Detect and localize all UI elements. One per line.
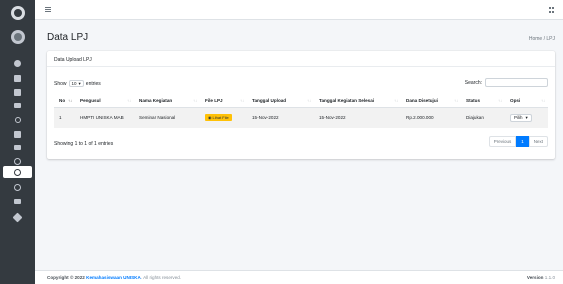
col-header-file-lpj[interactable]: File LPJ ↑↓	[200, 94, 247, 108]
lpj-table: No ↑↓ Pengusul ↑↓ Nama Kegiatan ↑↓ File LPJ…	[54, 94, 548, 128]
chevron-down-icon: ▾	[78, 80, 81, 86]
table-header-row: No ↑↓ Pengusul ↑↓ Nama Kegiatan ↑↓ File LPJ…	[54, 94, 548, 108]
sort-icon: ↑↓	[498, 98, 502, 103]
table-row: 1 HMPTI UNISKA MAB Seminar Nasional ◉ Li…	[54, 107, 548, 128]
footer-org-link[interactable]: Kemahasiswaan UNISKA	[86, 275, 141, 280]
sort-icon: ↑↓	[394, 98, 398, 103]
col-header-tanggal-selesai[interactable]: Tanggal Kegiatan Selesai ↑↓	[314, 94, 401, 108]
entries-select[interactable]: 10 ▾	[68, 80, 84, 87]
table-info: Showing 1 to 1 of 1 entries	[54, 141, 114, 147]
card-header: Data Upload LPJ	[47, 51, 555, 67]
pagination-page-1[interactable]: 1	[516, 136, 529, 147]
breadcrumb[interactable]: Home / LPJ	[529, 36, 555, 42]
search-input[interactable]	[485, 78, 548, 87]
pagination-previous[interactable]: Previous	[488, 136, 517, 147]
cell-tanggal-selesai: 15-Nov-2022	[319, 115, 346, 121]
cell-dana: Rp.2.000.000	[406, 115, 434, 121]
pagination: Previous 1 Next	[488, 136, 548, 147]
sort-icon: ↑↓	[193, 98, 197, 103]
user-avatar[interactable]	[0, 30, 35, 44]
apps-grid-icon[interactable]	[549, 7, 555, 13]
brand-logo[interactable]	[0, 6, 35, 20]
cell-nama-kegiatan: Seminar Nasional	[139, 115, 176, 121]
sidebar-item-list-icon[interactable]	[0, 89, 35, 96]
sidebar-item-camera-icon[interactable]	[0, 145, 35, 150]
search-box: Search:	[465, 78, 548, 87]
lpj-card: Data Upload LPJ Show 10 ▾ entries Search…	[47, 51, 555, 159]
view-file-button[interactable]: ◉ Lihat File	[205, 114, 232, 122]
pagination-next[interactable]: Next	[528, 136, 548, 147]
sort-icon: ↑↓	[127, 98, 131, 103]
cell-opsi: Pilih ▾	[505, 107, 548, 128]
footer-copyright: Copyright © 2022 Kemahasiswaan UNISKA. A…	[47, 275, 182, 280]
cell-status: Diajukan	[466, 115, 484, 121]
chevron-down-icon: ▾	[525, 114, 528, 120]
col-header-pengusul[interactable]: Pengusul ↑↓	[75, 94, 134, 108]
cell-file-lpj: ◉ Lihat File	[200, 107, 247, 128]
sort-icon: ↑↓	[541, 98, 545, 103]
sort-icon: ↑↓	[307, 98, 311, 103]
top-navbar	[35, 0, 563, 20]
cell-no: 1	[59, 115, 62, 121]
col-header-dana[interactable]: Dana Disetujui ↑↓	[401, 94, 461, 108]
sort-icon: ↑↓	[68, 98, 72, 103]
sidebar	[0, 0, 35, 284]
cell-pengusul: HMPTI UNISKA MAB	[80, 115, 124, 121]
col-header-opsi[interactable]: Opsi ↑↓	[505, 94, 548, 108]
col-header-tanggal-upload[interactable]: Tanggal Upload ↑↓	[247, 94, 314, 108]
menu-toggle-icon[interactable]	[45, 7, 51, 14]
page-title: Data LPJ	[47, 32, 89, 43]
sidebar-item-folder-icon[interactable]	[0, 103, 35, 108]
show-label: Show	[54, 80, 67, 87]
footer: Copyright © 2022 Kemahasiswaan UNISKA. A…	[35, 270, 563, 284]
sort-icon: ↑↓	[240, 98, 244, 103]
col-header-nama-kegiatan[interactable]: Nama Kegiatan ↑↓	[134, 94, 200, 108]
sidebar-item-report-icon[interactable]	[0, 199, 35, 204]
sidebar-item-menu-icon[interactable]	[0, 75, 35, 82]
col-header-status[interactable]: Status ↑↓	[461, 94, 505, 108]
table-controls: Show 10 ▾ entries Search:	[54, 78, 548, 88]
entries-label: entries	[85, 80, 101, 87]
footer-version: Version 1.1.0	[526, 275, 555, 280]
eye-icon: ◉	[208, 115, 212, 121]
sidebar-item-users-icon[interactable]	[0, 117, 35, 123]
sidebar-item-circle2-icon[interactable]	[0, 184, 35, 191]
search-label: Search:	[464, 79, 482, 86]
sidebar-item-dashboard-icon[interactable]	[0, 60, 35, 67]
cell-tanggal-upload: 15-Nov-2022	[252, 115, 279, 121]
sidebar-item-settings-icon[interactable]	[0, 212, 35, 223]
sort-icon: ↑↓	[454, 98, 458, 103]
sidebar-item-active[interactable]	[3, 166, 32, 178]
entries-length: Show 10 ▾ entries	[54, 80, 101, 87]
sidebar-item-circle-icon[interactable]	[0, 158, 35, 165]
sidebar-item-file-icon[interactable]	[0, 131, 35, 138]
col-header-no[interactable]: No ↑↓	[54, 94, 75, 108]
opsi-select[interactable]: Pilih ▾	[510, 113, 532, 122]
